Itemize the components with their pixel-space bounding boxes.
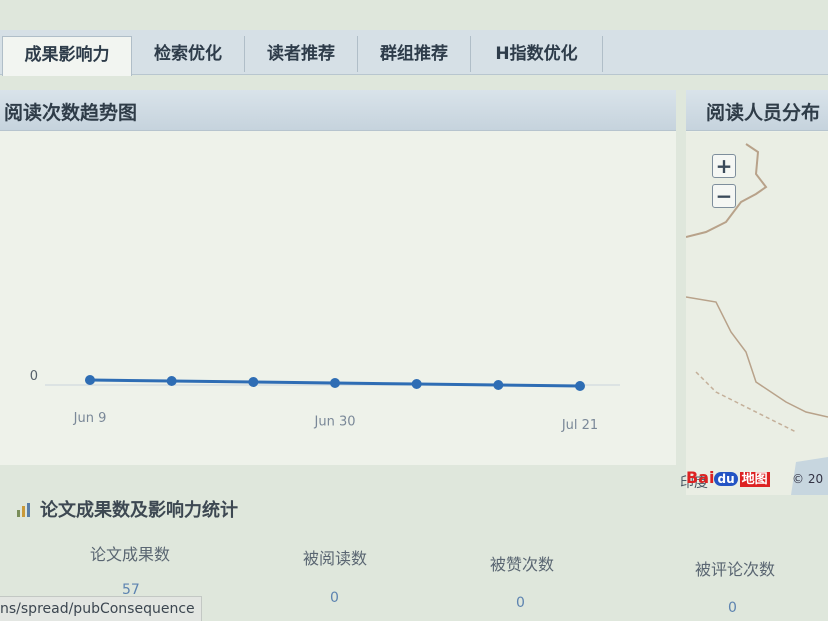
header-paper-count: 论文成果数 — [90, 545, 171, 564]
map-view[interactable]: + − 印度 — [680, 132, 828, 495]
panel-header: 阅读人员分布 — [686, 90, 828, 131]
stats-section-title: 论文成果数及影响力统计 — [16, 496, 238, 522]
reading-trend-title: 阅读次数趋势图 — [4, 102, 138, 124]
stats-title-text: 论文成果数及影响力统计 — [40, 500, 238, 521]
tab-reader-recommend[interactable]: 读者推荐 — [245, 36, 358, 72]
tab-bar: 成果影响力 检索优化 读者推荐 群组推荐 H指数优化 — [0, 30, 828, 76]
data-point — [248, 377, 259, 387]
bar-chart-icon — [17, 503, 30, 517]
reader-distribution-panel: 阅读人员分布 + − 印度 Bai du 地图 © 20 — [680, 90, 828, 495]
zoom-in-button[interactable]: + — [712, 154, 736, 178]
data-point — [411, 379, 422, 389]
map-borders — [686, 143, 828, 495]
zoom-out-button[interactable]: − — [712, 184, 736, 208]
header-like-count: 被赞次数 — [490, 555, 555, 574]
data-point — [330, 378, 340, 388]
logo-map-text: 地图 — [739, 472, 770, 487]
tab-achievement-impact[interactable]: 成果影响力 — [2, 36, 132, 76]
reading-trend-panel: 阅读次数趋势图 0 Jun 9 Jun 30 Jul 21 — [0, 90, 676, 465]
header-comment-count: 被评论次数 — [695, 560, 776, 579]
header-read-count: 被阅读数 — [303, 549, 368, 568]
value-comment-count[interactable]: 0 — [728, 600, 737, 616]
logo-du-text: du — [714, 472, 738, 486]
y-tick-label: 0 — [30, 369, 38, 384]
tab-h-index-optimization[interactable]: H指数优化 — [471, 36, 603, 72]
data-point — [575, 381, 585, 391]
value-read-count[interactable]: 0 — [330, 590, 339, 606]
panel-header: 阅读次数趋势图 — [0, 90, 676, 131]
data-point — [85, 375, 95, 385]
reader-distribution-title: 阅读人员分布 — [706, 102, 821, 124]
value-like-count[interactable]: 0 — [516, 595, 525, 611]
tab-group-recommend[interactable]: 群组推荐 — [358, 36, 471, 72]
x-tick-label: Jun 9 — [73, 411, 107, 426]
logo-bai-text: Bai — [686, 468, 715, 487]
data-point — [166, 376, 177, 386]
reading-trend-chart: 0 Jun 9 Jun 30 Jul 21 — [30, 369, 620, 433]
x-tick-label: Jun 30 — [314, 415, 356, 430]
status-url-bar: ns/spread/pubConsequence — [0, 596, 202, 621]
baidu-map-logo: Bai du 地图 — [686, 468, 770, 487]
tab-search-optimization[interactable]: 检索优化 — [132, 36, 245, 72]
data-point — [493, 380, 504, 390]
map-copyright: © 20 — [792, 472, 824, 486]
x-tick-label: Jul 21 — [561, 418, 598, 433]
